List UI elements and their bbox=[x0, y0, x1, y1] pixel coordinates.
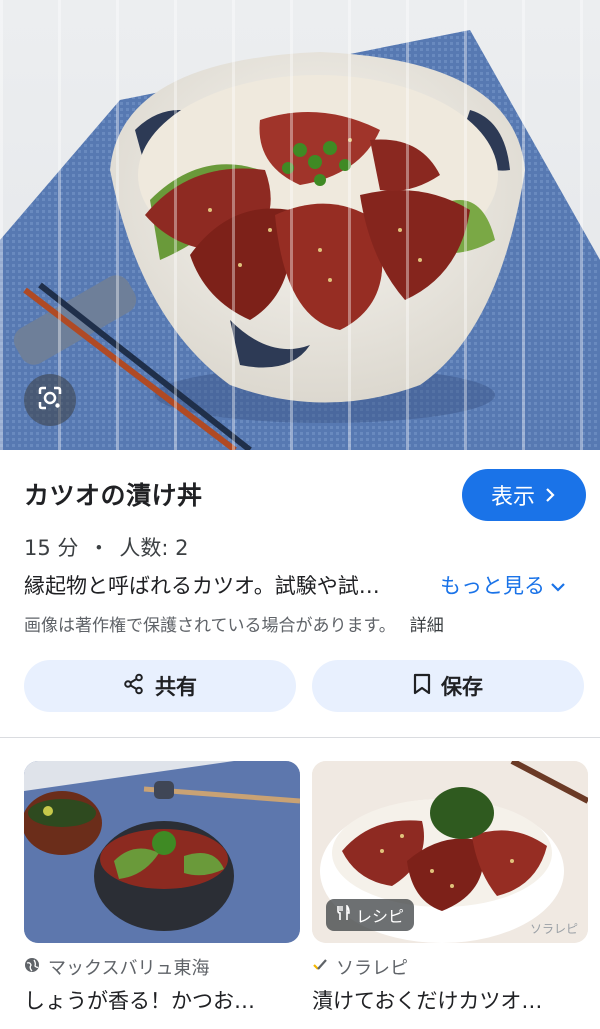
related-recipe-image-2[interactable]: レシピ ソラレピ bbox=[312, 761, 588, 943]
details-link[interactable]: 詳細 bbox=[410, 611, 444, 636]
fork-knife-icon bbox=[336, 904, 350, 925]
lens-search-button[interactable] bbox=[24, 374, 76, 426]
cook-time: 15 分 bbox=[24, 536, 79, 560]
recipe-description: 縁起物と呼ばれるカツオ。試験や試… bbox=[24, 574, 380, 598]
copyright-notice: 画像は著作権で保護されている場合があります。 詳細 bbox=[24, 611, 444, 636]
save-label: 保存 bbox=[441, 675, 483, 699]
recipe-title: カツオの漬け丼 bbox=[24, 481, 203, 510]
share-button[interactable]: 共有 bbox=[24, 660, 296, 712]
related-source-name-2: ソラレピ bbox=[336, 958, 408, 979]
more-link[interactable]: もっと見る bbox=[440, 570, 565, 600]
copyright-text: 画像は著作権で保護されている場合があります。 bbox=[24, 616, 396, 636]
related-title-2[interactable]: 漬けておくだけカツオ… bbox=[312, 985, 584, 1015]
related-source-1[interactable]: マックスバリュ東海 bbox=[24, 954, 209, 980]
meta-separator: ・ bbox=[88, 536, 110, 560]
description-row: 縁起物と呼ばれるカツオ。試験や試… もっと見る bbox=[24, 570, 584, 600]
recipe-badge-label: レシピ bbox=[356, 907, 405, 926]
related-source-2[interactable]: ソラレピ bbox=[312, 954, 408, 980]
section-divider bbox=[0, 737, 600, 738]
more-link-label: もっと見る bbox=[440, 574, 545, 598]
related-source-name-1: マックスバリュ東海 bbox=[48, 958, 210, 979]
check-mark-icon bbox=[312, 957, 328, 978]
share-label: 共有 bbox=[155, 675, 197, 699]
recipe-badge: レシピ bbox=[326, 899, 415, 931]
related-title-1[interactable]: しょうが香る！かつお… bbox=[24, 985, 296, 1015]
bookmark-icon bbox=[413, 673, 431, 700]
show-button-label: 表示 bbox=[490, 485, 535, 510]
share-icon bbox=[123, 673, 145, 700]
related-recipe-image-1[interactable] bbox=[24, 761, 300, 943]
lens-icon bbox=[36, 384, 64, 416]
related-photo-1 bbox=[24, 761, 300, 943]
recipe-meta: 15 分 ・ 人数: 2 bbox=[24, 532, 189, 562]
globe-icon bbox=[24, 957, 40, 978]
recipe-hero-image[interactable] bbox=[0, 0, 600, 450]
servings: 人数: 2 bbox=[119, 536, 189, 560]
save-button[interactable]: 保存 bbox=[312, 660, 584, 712]
image-watermark: ソラレピ bbox=[529, 922, 578, 936]
chevron-right-icon bbox=[543, 483, 557, 508]
chevron-down-icon bbox=[551, 573, 565, 597]
hero-backdrop bbox=[0, 0, 600, 450]
show-button[interactable]: 表示 bbox=[462, 469, 586, 521]
